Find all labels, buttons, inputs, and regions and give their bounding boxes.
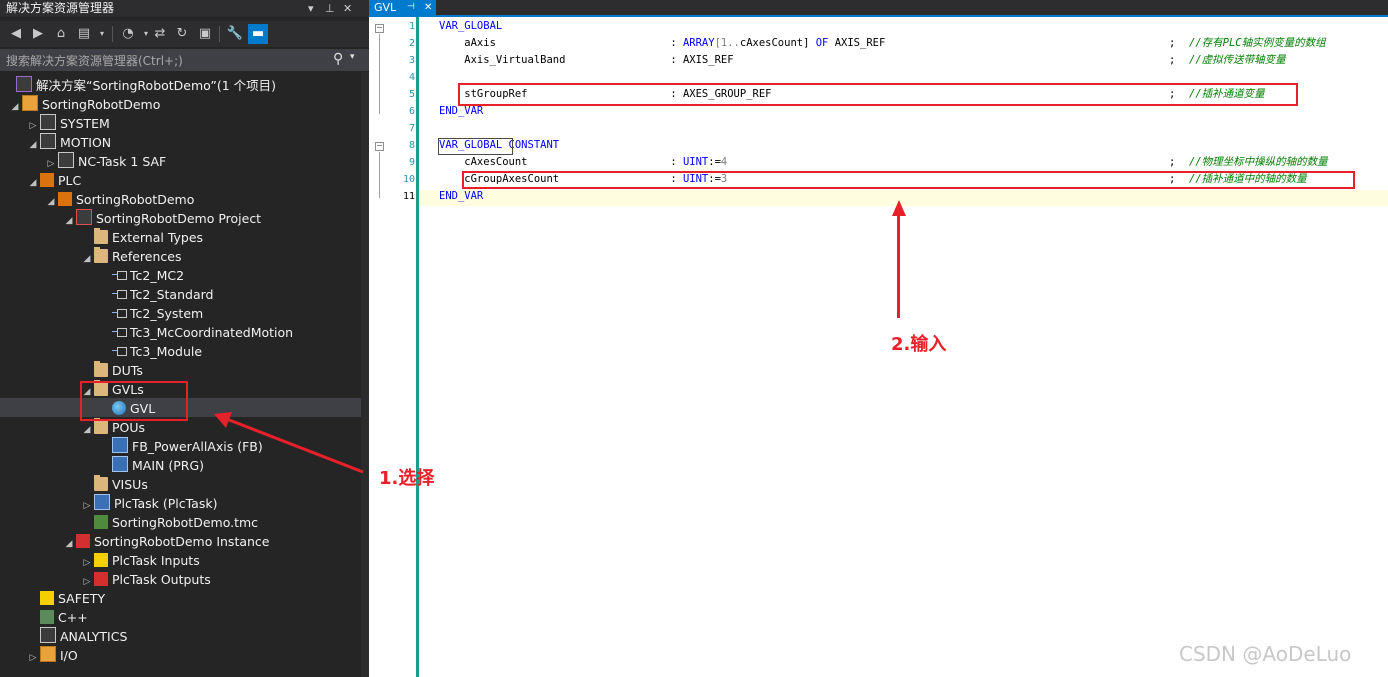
arrow-overlay xyxy=(214,412,364,474)
arrow-line xyxy=(223,416,364,474)
